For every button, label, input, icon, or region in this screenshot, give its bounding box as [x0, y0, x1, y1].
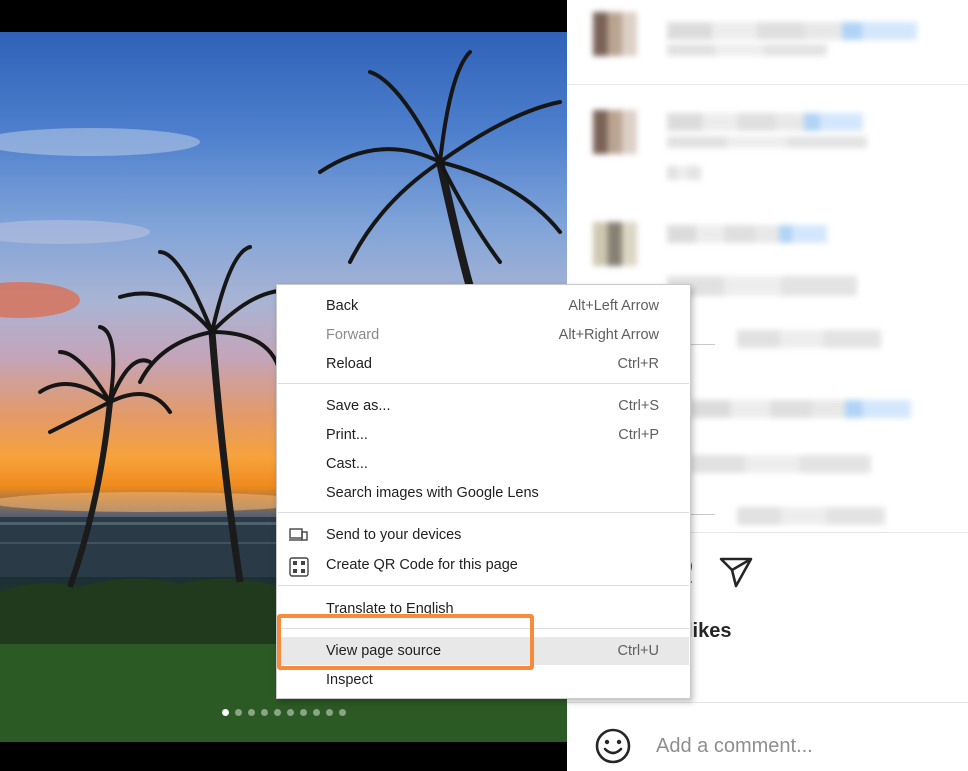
carousel-dot — [247, 709, 255, 716]
carousel-dot — [286, 709, 294, 716]
carousel-dot — [299, 709, 307, 716]
menu-item-shortcut: Ctrl+U — [617, 643, 660, 659]
menu-item-label: Inspect — [326, 672, 373, 688]
menu-item-label: Reload — [326, 356, 372, 372]
blurred-avatar — [593, 110, 637, 154]
menu-item-shortcut: Ctrl+S — [618, 398, 659, 414]
menu-item-inspect[interactable]: Inspect — [278, 666, 689, 694]
menu-item-translate[interactable]: Translate to English — [278, 595, 689, 623]
menu-item-label: Translate to English — [326, 601, 454, 617]
blurred-reply — [737, 330, 881, 348]
comment-divider — [567, 84, 968, 85]
carousel-dot-active — [221, 709, 229, 716]
blurred-comment-meta — [667, 166, 701, 180]
menu-item-label: Create QR Code for this page — [326, 557, 518, 573]
carousel-dot — [325, 709, 333, 716]
carousel-dot — [273, 709, 281, 716]
emoji-picker-icon[interactable] — [594, 727, 632, 765]
blurred-reply — [691, 400, 911, 418]
menu-item-label: Send to your devices — [326, 527, 462, 543]
menu-item-shortcut: Ctrl+R — [617, 356, 660, 372]
likes-count[interactable]: likes — [687, 620, 731, 643]
menu-item-create-qr-code[interactable]: Create QR Code for this page — [278, 551, 689, 579]
add-comment-input[interactable] — [656, 731, 946, 761]
menu-item-shortcut: Ctrl+P — [618, 427, 659, 443]
blurred-comment — [667, 225, 827, 243]
menu-item-back[interactable]: Back Alt+Left Arrow — [278, 292, 689, 320]
blurred-comment — [667, 22, 917, 40]
menu-item-label: Forward — [326, 327, 380, 343]
blurred-reply — [691, 455, 871, 473]
devices-icon — [289, 528, 308, 541]
view-replies-line — [691, 514, 715, 515]
menu-item-google-lens[interactable]: Search images with Google Lens — [278, 479, 689, 507]
menu-item-label: Save as... — [326, 398, 391, 414]
blurred-comment — [667, 113, 863, 131]
carousel-dot — [338, 709, 346, 716]
menu-item-label: Cast... — [326, 456, 368, 472]
menu-item-cast[interactable]: Cast... — [278, 450, 689, 478]
blurred-avatar — [593, 12, 637, 56]
menu-item-label: Print... — [326, 427, 368, 443]
share-send-icon[interactable] — [718, 556, 754, 588]
menu-item-label: Search images with Google Lens — [326, 485, 539, 501]
menu-item-forward: Forward Alt+Right Arrow — [278, 321, 689, 349]
menu-item-label: View page source — [326, 643, 442, 659]
menu-item-save-as[interactable]: Save as... Ctrl+S — [278, 392, 689, 420]
menu-separator — [278, 585, 689, 586]
comment-box-divider — [567, 702, 968, 703]
view-replies-line — [691, 344, 715, 345]
menu-item-send-to-devices[interactable]: Send to your devices — [278, 521, 689, 549]
browser-context-menu: Back Alt+Left Arrow Forward Alt+Right Ar… — [276, 284, 691, 699]
carousel-dot — [234, 709, 242, 716]
menu-item-shortcut: Alt+Right Arrow — [558, 327, 659, 343]
blurred-avatar — [593, 222, 637, 266]
blurred-comment-meta — [667, 44, 827, 56]
menu-item-view-page-source[interactable]: View page source Ctrl+U — [278, 637, 689, 665]
carousel-indicator — [0, 709, 567, 719]
menu-separator — [278, 512, 689, 513]
blurred-comment-meta — [667, 136, 867, 148]
menu-item-shortcut: Alt+Left Arrow — [568, 298, 659, 314]
menu-item-label: Back — [326, 298, 359, 314]
menu-separator — [278, 628, 689, 629]
carousel-dot — [312, 709, 320, 716]
menu-item-print[interactable]: Print... Ctrl+P — [278, 421, 689, 449]
menu-separator — [278, 383, 689, 384]
qr-code-icon — [289, 557, 309, 577]
menu-item-reload[interactable]: Reload Ctrl+R — [278, 350, 689, 378]
blurred-comment-meta — [667, 276, 857, 296]
blurred-reply — [737, 507, 885, 525]
carousel-dot — [260, 709, 268, 716]
